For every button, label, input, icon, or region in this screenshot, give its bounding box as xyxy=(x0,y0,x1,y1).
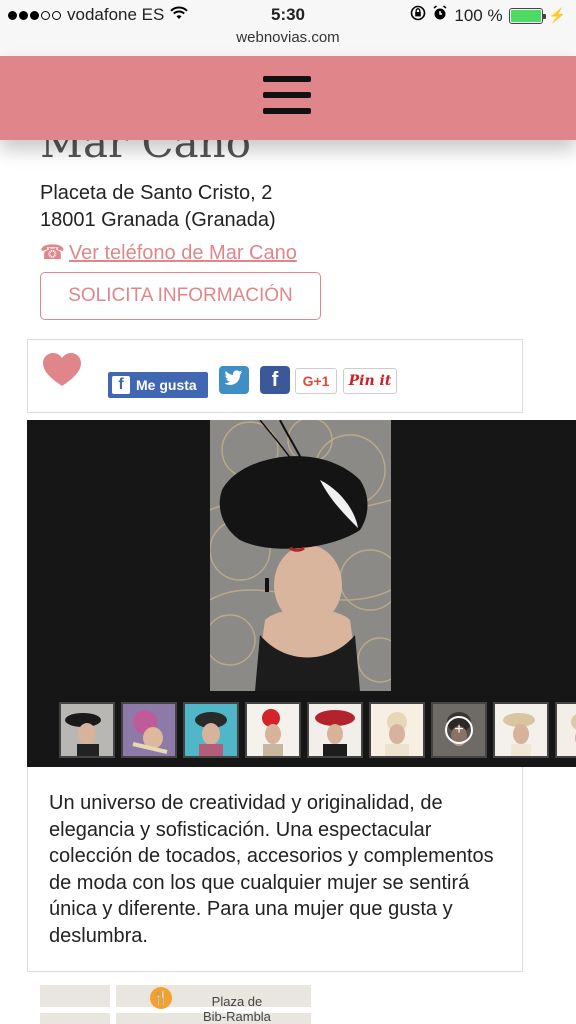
address-line-1: Placeta de Santo Cristo, 2 xyxy=(40,182,273,204)
hamburger-icon[interactable] xyxy=(263,76,311,114)
facebook-share-icon: f xyxy=(271,368,279,391)
photo-gallery: + xyxy=(27,420,576,767)
battery-percent: 100 % xyxy=(454,5,503,25)
site-header xyxy=(0,56,576,140)
status-bar: vodafone ES 5:30 webnovias.com 100 % ⚡ xyxy=(0,0,576,56)
facebook-like-label: Me gusta xyxy=(136,377,197,393)
thumbnail[interactable] xyxy=(59,702,115,758)
thumbnail[interactable] xyxy=(121,702,177,758)
map-label-line-1: Plaza de xyxy=(211,994,263,1009)
thumbnail-video[interactable]: + xyxy=(431,702,487,758)
address-line-2: 18001 Granada (Granada) xyxy=(40,209,276,231)
twitter-share-button[interactable] xyxy=(219,366,249,394)
thumbnail[interactable] xyxy=(183,702,239,758)
social-share-bar: f Me gusta f G+1 Pin it xyxy=(27,339,523,413)
facebook-icon: f xyxy=(112,376,130,394)
google-plus-button[interactable]: G+1 xyxy=(295,368,337,394)
facebook-share-button[interactable]: f xyxy=(260,366,290,394)
thumbnail[interactable] xyxy=(245,702,301,758)
phone-icon: ☎ xyxy=(40,242,65,264)
map-road xyxy=(110,985,116,1024)
map-place-label: Plaza de Bib-Rambla xyxy=(203,994,271,1024)
thumbnail-strip: + xyxy=(59,702,576,758)
thumbnail[interactable] xyxy=(493,702,549,758)
thumbnail[interactable] xyxy=(555,702,576,758)
vendor-description: Un universo de creatividad y originalida… xyxy=(49,792,494,947)
pinterest-button[interactable]: Pin it xyxy=(343,368,397,394)
view-phone-link[interactable]: ☎ Ver teléfono de Mar Cano xyxy=(40,240,297,265)
location-map[interactable]: 🍴 Plaza de Bib-Rambla xyxy=(40,985,311,1024)
url-bar[interactable]: webnovias.com xyxy=(0,29,576,46)
facebook-like-button[interactable]: f Me gusta xyxy=(108,372,208,398)
heart-icon[interactable] xyxy=(42,352,82,392)
restaurant-icon[interactable]: 🍴 xyxy=(150,987,172,1009)
alarm-icon xyxy=(432,5,448,26)
rotation-lock-icon xyxy=(410,5,426,26)
twitter-icon xyxy=(224,370,243,390)
battery-icon xyxy=(508,7,546,24)
thumbnail[interactable] xyxy=(307,702,363,758)
request-info-button[interactable]: SOLICITA INFORMACIÓN xyxy=(40,272,321,320)
description-card: Un universo de creatividad y originalida… xyxy=(27,767,523,972)
play-icon: + xyxy=(445,716,473,744)
map-label-line-2: Bib-Rambla xyxy=(203,1009,271,1024)
main-photo[interactable] xyxy=(210,420,391,691)
charging-icon: ⚡ xyxy=(548,7,566,23)
thumbnail[interactable] xyxy=(369,702,425,758)
status-right: 100 % ⚡ xyxy=(410,5,566,26)
view-phone-label: Ver teléfono de Mar Cano xyxy=(68,242,297,264)
